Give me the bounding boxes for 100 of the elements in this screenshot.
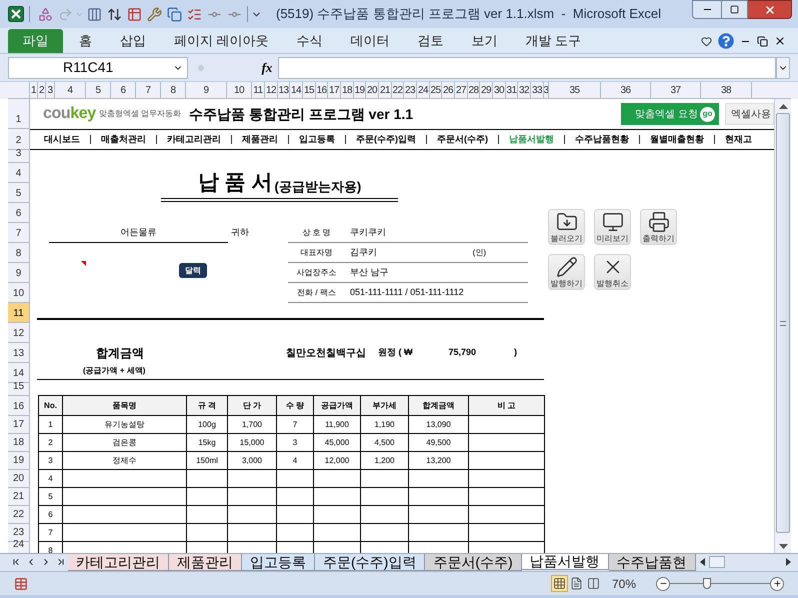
row-header[interactable]: 19 bbox=[8, 452, 30, 470]
row-header[interactable]: 17 bbox=[8, 416, 30, 434]
maximize-button[interactable] bbox=[722, 0, 748, 19]
function-label[interactable]: fx bbox=[256, 58, 278, 78]
row-header[interactable]: 5 bbox=[8, 183, 30, 203]
last-sheet-icon[interactable] bbox=[56, 557, 66, 567]
row-header[interactable]: 22 bbox=[8, 506, 30, 524]
nav-link[interactable]: 카테고리관리 bbox=[167, 132, 221, 146]
field-label: 전화 / 팩스 bbox=[296, 286, 337, 298]
zoom-in-button[interactable] bbox=[770, 576, 784, 590]
ribbon-tab[interactable]: 검토 bbox=[406, 29, 456, 53]
grip-icon[interactable] bbox=[198, 64, 204, 70]
ribbon-tab[interactable]: 데이터 bbox=[338, 29, 402, 53]
column-header: 합계금액 bbox=[409, 396, 469, 416]
total-label: 합계금액 bbox=[96, 345, 144, 362]
sheet-tab[interactable]: 주문(수주)입력 bbox=[315, 554, 426, 571]
column-header: 수 량 bbox=[277, 396, 314, 416]
ribbon-tab[interactable]: 홈 bbox=[67, 29, 104, 53]
nav-link[interactable]: 현재고 bbox=[725, 132, 752, 146]
action-button[interactable]: 발행취소 bbox=[594, 254, 631, 290]
table-cell bbox=[361, 524, 409, 542]
column-header: 품목명 bbox=[63, 396, 187, 416]
scrollbar-thumb[interactable] bbox=[709, 556, 725, 568]
ribbon-tab[interactable]: 보기 bbox=[460, 29, 510, 53]
nav-link[interactable]: 제품관리 bbox=[242, 132, 278, 146]
nav-link[interactable]: 주문서(수주) bbox=[437, 132, 488, 146]
scroll-left-icon[interactable] bbox=[700, 558, 705, 566]
action-button[interactable]: 불러오기 bbox=[548, 209, 585, 245]
ribbon-tab[interactable]: 페이지 레이아웃 bbox=[162, 29, 281, 53]
column-header: 규 격 bbox=[187, 396, 228, 416]
table-cell bbox=[228, 470, 277, 488]
first-sheet-icon[interactable] bbox=[10, 557, 20, 567]
ribbon-tab[interactable]: 개발 도구 bbox=[514, 29, 594, 53]
table-cell: 6 bbox=[39, 506, 63, 524]
row-header[interactable]: 8 bbox=[8, 243, 30, 263]
table-cell: 150ml bbox=[187, 452, 228, 470]
table-cell bbox=[277, 470, 314, 488]
scroll-right-icon[interactable] bbox=[786, 558, 791, 566]
table-cell bbox=[361, 506, 409, 524]
row-header[interactable]: 18 bbox=[8, 434, 30, 452]
close-icon[interactable] bbox=[774, 35, 786, 47]
help-icon[interactable] bbox=[718, 33, 734, 49]
row-header[interactable]: 3 bbox=[8, 150, 30, 163]
action-button[interactable]: 미리보기 bbox=[594, 209, 631, 245]
ribbon-tab[interactable]: 삽입 bbox=[108, 29, 158, 53]
sheet-tab[interactable]: 납품서발행 bbox=[522, 554, 609, 570]
restore-icon[interactable] bbox=[757, 36, 768, 46]
sheet-tab[interactable]: 주문서(수주) bbox=[425, 554, 522, 571]
usage-button[interactable]: 엑셀사용 bbox=[725, 103, 774, 125]
sheet-tab[interactable]: 입고등록 bbox=[242, 554, 315, 571]
nav-link[interactable]: 대시보드 bbox=[44, 132, 80, 146]
row-header[interactable]: 13 bbox=[8, 343, 30, 363]
zoom-slider-thumb[interactable] bbox=[703, 578, 711, 588]
action-button[interactable]: 발행하기 bbox=[548, 254, 585, 290]
row-header[interactable]: 21 bbox=[8, 488, 30, 506]
table-cell bbox=[314, 506, 361, 524]
row-header[interactable]: 1 bbox=[8, 99, 30, 129]
name-box[interactable]: R11C41 bbox=[8, 56, 188, 78]
zoom-level[interactable]: 70% bbox=[612, 574, 636, 592]
shapes-icon bbox=[38, 6, 52, 22]
sheet-tab[interactable]: 제품관리 bbox=[169, 554, 242, 571]
row-header[interactable]: 14 bbox=[8, 363, 30, 383]
table-cell bbox=[409, 488, 469, 506]
scroll-up-icon[interactable] bbox=[778, 104, 788, 108]
nav-link[interactable]: 월별매출현황 bbox=[650, 132, 704, 146]
sheet-tab[interactable]: 카테고리관리 bbox=[68, 554, 169, 571]
calendar-button[interactable]: 달력 bbox=[179, 263, 207, 278]
table-cell: 1,700 bbox=[228, 416, 277, 434]
sort-icon bbox=[106, 6, 122, 22]
row-header[interactable]: 11 bbox=[8, 303, 30, 323]
view-button[interactable] bbox=[550, 575, 568, 592]
row-header[interactable]: 9 bbox=[8, 263, 30, 283]
row-header[interactable]: 12 bbox=[8, 323, 30, 343]
row-header[interactable]: 16 bbox=[8, 396, 30, 416]
table-cell: 정제수 bbox=[63, 452, 187, 470]
table-icon bbox=[126, 6, 142, 22]
scrollbar-thumb[interactable] bbox=[776, 113, 790, 533]
row-header[interactable]: 7 bbox=[8, 223, 30, 243]
close-button[interactable] bbox=[748, 0, 792, 19]
row-header[interactable]: 15 bbox=[8, 383, 30, 396]
scroll-down-icon[interactable] bbox=[778, 544, 788, 548]
formula-input[interactable] bbox=[278, 56, 776, 78]
brand-logo: coukey bbox=[43, 104, 96, 124]
column-header: 단 가 bbox=[228, 396, 277, 416]
file-tab[interactable]: 파일 bbox=[8, 29, 63, 53]
action-button[interactable]: 출력하기 bbox=[640, 209, 677, 245]
row-header[interactable]: 2 bbox=[8, 129, 30, 150]
table-cell: 7 bbox=[39, 524, 63, 542]
ribbon-tab[interactable]: 수식 bbox=[284, 29, 335, 53]
nav-link[interactable]: 수주납품현황 bbox=[575, 132, 629, 146]
row-header[interactable]: 4 bbox=[8, 163, 30, 183]
nav-link[interactable]: 주문(수주)입력 bbox=[356, 132, 416, 146]
sheet-tab[interactable]: 수주납품현 bbox=[608, 554, 696, 571]
maximize-icon bbox=[730, 5, 739, 14]
nav-link[interactable]: 입고등록 bbox=[299, 132, 335, 146]
row-header[interactable]: 6 bbox=[8, 203, 30, 223]
row-header[interactable]: 20 bbox=[8, 470, 30, 488]
nav-link[interactable]: 매출처관리 bbox=[101, 132, 146, 146]
zoom-out-button[interactable] bbox=[656, 576, 670, 590]
table-cell: 4 bbox=[277, 452, 314, 470]
